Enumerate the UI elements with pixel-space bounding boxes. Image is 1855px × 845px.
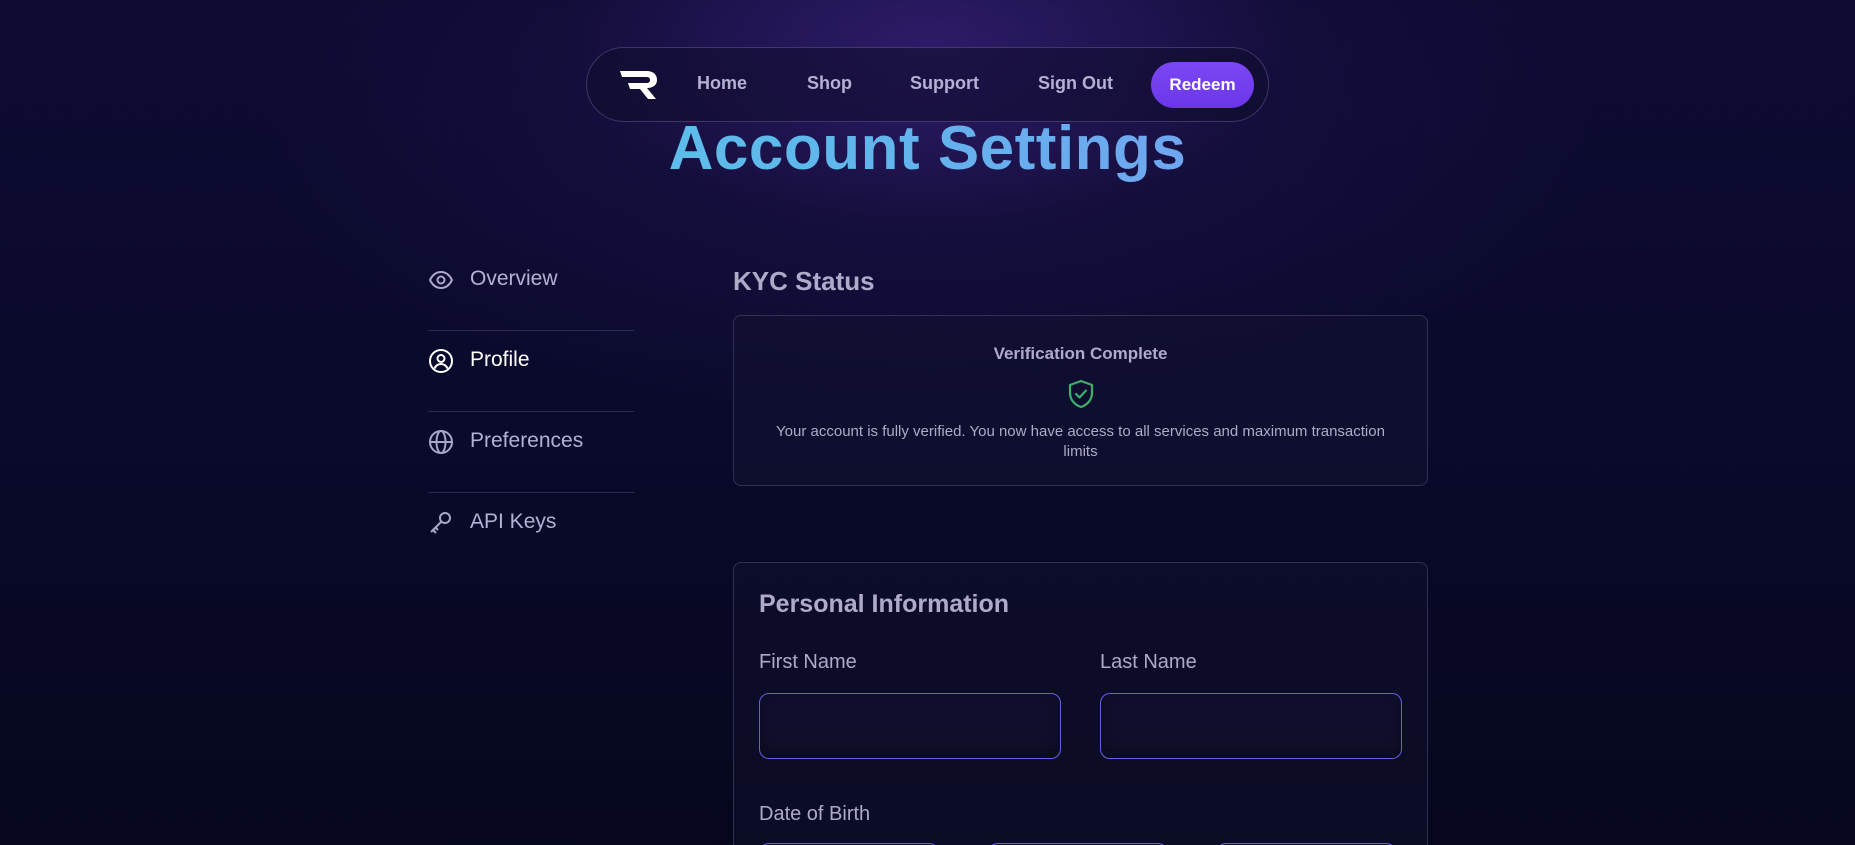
kyc-description: Your account is fully verified. You now … xyxy=(776,423,1385,460)
sidebar-item-preferences[interactable]: Preferences xyxy=(428,412,634,493)
key-icon xyxy=(430,512,451,534)
last-name-label: Last Name xyxy=(1100,651,1197,673)
dob-label: Date of Birth xyxy=(759,803,871,825)
nav-link-support[interactable]: Support xyxy=(910,73,979,94)
redeem-button[interactable]: Redeem xyxy=(1151,62,1254,108)
eye-icon xyxy=(428,270,454,290)
sidebar-item-label: API Keys xyxy=(470,510,557,533)
globe-icon xyxy=(429,430,453,454)
user-circle-icon xyxy=(429,349,453,373)
settings-sidebar: Overview Profile Preferences API Keys xyxy=(428,250,634,574)
kyc-status-card: Verification Complete Your account is fu… xyxy=(733,315,1428,486)
brand-logo-icon[interactable] xyxy=(616,67,660,103)
sidebar-item-label: Preferences xyxy=(470,429,584,452)
nav-link-shop[interactable]: Shop xyxy=(807,73,852,94)
last-name-input[interactable] xyxy=(1100,693,1402,759)
sidebar-item-profile[interactable]: Profile xyxy=(428,331,634,412)
shield-check-icon xyxy=(1068,379,1094,409)
personal-info-title: Personal Information xyxy=(759,590,1010,618)
first-name-input[interactable] xyxy=(759,693,1061,759)
personal-info-card: Personal Information First Name Last Nam… xyxy=(733,562,1428,845)
kyc-heading: Verification Complete xyxy=(993,344,1168,363)
sidebar-item-label: Profile xyxy=(470,348,530,371)
nav-link-sign-out[interactable]: Sign Out xyxy=(1038,73,1113,94)
sidebar-item-label: Overview xyxy=(470,267,558,290)
kyc-section-title: KYC Status xyxy=(733,266,875,296)
top-nav: Home Shop Support Sign Out Redeem xyxy=(586,47,1269,122)
page-title: Account Settings xyxy=(0,113,1855,185)
sidebar-item-overview[interactable]: Overview xyxy=(428,250,634,331)
first-name-label: First Name xyxy=(759,651,857,673)
sidebar-item-api-keys[interactable]: API Keys xyxy=(428,493,634,574)
nav-link-home[interactable]: Home xyxy=(697,73,747,94)
